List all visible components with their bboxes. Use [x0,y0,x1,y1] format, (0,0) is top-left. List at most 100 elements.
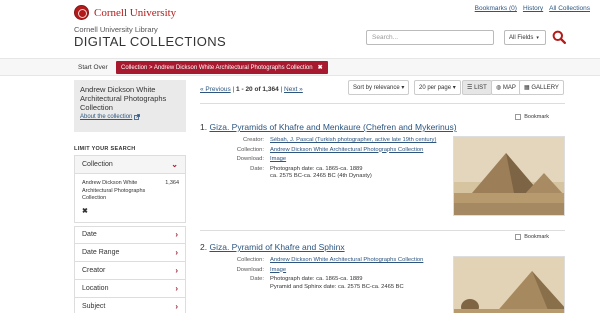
result-item: Bookmark 1. Giza. Pyramids of Khafre and… [200,114,565,216]
field-row: Collection: Andrew Dickson White Archite… [226,147,442,155]
field-row: Download: Image [226,267,442,275]
list-icon: ☰ [467,85,473,91]
external-link-icon [134,114,141,120]
field-label [226,173,270,181]
search-field-select[interactable]: All Fields ▾ [504,30,546,45]
site-header: Cornell University Cornell University Li… [0,0,600,56]
caret-down-icon: ▾ [452,85,456,91]
field-value: Pyramid and Sphinx date: ca. 2575 BC-ca.… [270,283,404,290]
field-row: Pyramid and Sphinx date: ca. 2575 BC-ca.… [226,284,442,292]
pager-separator: | [280,86,283,93]
facet-location[interactable]: Location › [74,279,186,298]
search-input[interactable] [366,30,494,45]
pagination: « Previous | 1 - 20 of 1,364 | Next » [200,86,303,93]
library-name: Cornell University Library [74,25,158,34]
view-gallery-button[interactable]: ▦ GALLERY [519,80,564,95]
site-title[interactable]: DIGITAL COLLECTIONS [74,34,226,49]
field-label: Download: [236,156,264,162]
facet-subject[interactable]: Subject › [74,297,186,313]
view-list-button[interactable]: ☰ LIST [462,80,492,95]
about-collection-link[interactable]: About the collection [80,114,141,120]
field-value: ca. 2575 BC-ca. 2465 BC (4th Dynasty) [270,173,372,179]
view-list-label: LIST [474,84,487,91]
field-label: Collection: [236,257,264,263]
bookmark-checkbox[interactable] [515,114,522,120]
facet-date-range-label: Date Range [82,248,120,256]
result-thumbnail[interactable] [453,256,565,313]
result-title-link[interactable]: Giza. Pyramid of Khafre and Sphinx [209,242,344,252]
chevron-right-icon: › [175,283,178,293]
result-fields: Creator: Sébah, J. Pascal (Turkish photo… [226,137,442,183]
previous-link[interactable]: « Previous [200,86,231,93]
field-value: Photograph date: ca. 1865-ca. 1889 [270,165,363,172]
field-value: Photograph date: ca. 1865-ca. 1889 [270,276,363,282]
result-divider [200,230,565,231]
search-icon[interactable] [552,30,566,44]
top-links: Bookmarks (0) History All Collections [475,5,590,12]
creator-link[interactable]: Sébah, J. Pascal (Turkish photographer, … [270,137,436,145]
facet-date[interactable]: Date › [74,225,186,244]
result-title: 2. Giza. Pyramid of Khafre and Sphinx [200,242,565,252]
bookmark-toggle[interactable]: Bookmark [515,114,549,120]
constraint-label: Collection > Andrew Dickson White Archit… [121,64,313,71]
collection-link[interactable]: Andrew Dickson White Architectural Photo… [270,147,423,155]
history-link[interactable]: History [523,5,543,12]
globe-icon: ◍ [496,85,502,91]
next-link[interactable]: Next » [284,86,303,93]
grid-icon: ▦ [524,85,530,91]
cornell-seal-icon [74,5,89,20]
result-number: 1. [200,122,208,132]
result-number: 2. [200,242,208,252]
sphinx-photo [454,257,564,313]
facet-collection-header[interactable]: Collection ⌄ [75,156,185,174]
chevron-right-icon: › [175,230,178,239]
facet-value-label: Andrew Dickson White Architectural Photo… [82,180,146,201]
facet-date-range[interactable]: Date Range › [74,243,186,262]
download-link[interactable]: Image [270,156,286,164]
per-page-dropdown[interactable]: 20 per page ▾ [414,80,461,95]
chevron-right-icon: › [175,247,178,257]
bookmark-toggle[interactable]: Bookmark [515,234,549,240]
download-link[interactable]: Image [270,267,286,275]
collection-box: Andrew Dickson White Architectural Photo… [74,80,186,132]
sidebar: Andrew Dickson White Architectural Photo… [74,80,186,313]
chevron-right-icon: › [175,265,178,275]
field-label: Creator: [243,137,264,143]
about-collection-label: About the collection [80,114,133,120]
field-row: Date: Photograph date: ca. 1865-ca. 1889 [226,276,442,284]
result-thumbnail[interactable] [453,136,565,216]
result-range: 1 - 20 of 1,364 [236,86,279,93]
collection-link[interactable]: Andrew Dickson White Architectural Photo… [270,257,423,265]
facet-value-row[interactable]: Andrew Dickson White Architectural Photo… [75,174,185,207]
cornell-logo[interactable]: Cornell University [74,5,176,20]
facet-creator[interactable]: Creator › [74,261,186,280]
per-page-label: 20 per page [419,84,452,91]
collection-name: Andrew Dickson White Architectural Photo… [80,85,167,112]
chevron-down-icon: ⌄ [171,160,178,169]
pager-separator: | [232,86,235,93]
facet-value-count: 1,364 [165,180,179,186]
sort-dropdown[interactable]: Sort by relevance ▾ [348,80,410,95]
facet-collection: Collection ⌄ Andrew Dickson White Archit… [74,155,186,223]
bookmarks-link[interactable]: Bookmarks (0) [475,5,517,12]
constraint-pill[interactable]: Collection > Andrew Dickson White Archit… [116,61,328,74]
facet-date-label: Date [82,231,97,238]
remove-facet-icon[interactable]: ✖ [75,207,185,222]
remove-constraint-icon[interactable]: ✖ [318,64,323,71]
facet-collection-label: Collection [82,161,113,168]
result-title-link[interactable]: Giza. Pyramids of Khafre and Menkaure (C… [209,122,456,132]
search-field-value: All Fields [509,34,534,41]
limit-search-heading: LIMIT YOUR SEARCH [74,146,136,152]
all-collections-link[interactable]: All Collections [549,5,590,12]
view-map-button[interactable]: ◍ MAP [491,80,521,95]
bookmark-label: Bookmark [524,114,549,120]
chevron-right-icon: › [175,301,178,311]
sort-label: Sort by relevance [353,84,400,91]
view-map-label: MAP [502,84,516,91]
field-label: Collection: [236,146,264,153]
start-over-link[interactable]: Start Over [78,64,108,71]
field-label [226,284,270,292]
result-item: Bookmark 2. Giza. Pyramid of Khafre and … [200,234,565,313]
logo-text: Cornell University [94,6,177,19]
bookmark-checkbox[interactable] [515,234,522,240]
